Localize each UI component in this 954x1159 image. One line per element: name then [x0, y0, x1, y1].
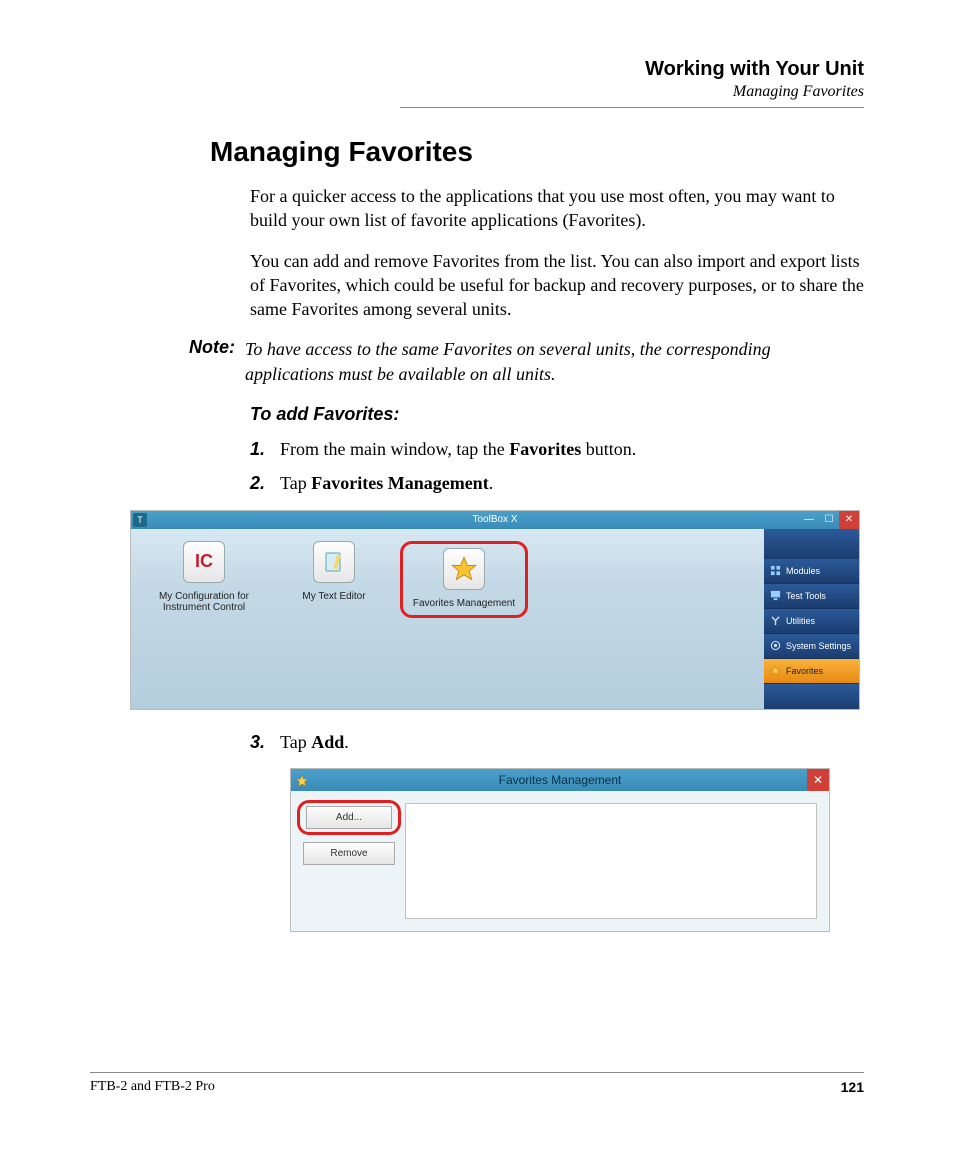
- app-icon: T: [133, 513, 147, 527]
- modules-icon: [770, 565, 781, 576]
- step-text: Tap Add.: [280, 730, 349, 754]
- close-button[interactable]: ✕: [839, 511, 859, 529]
- section-breadcrumb: Managing Favorites: [400, 83, 864, 101]
- toolbox-window: T ToolBox X — ☐ ✕ IC My Configuration fo…: [130, 510, 860, 710]
- section-heading: Managing Favorites: [210, 136, 864, 168]
- sidebar-label: Favorites: [786, 666, 823, 676]
- notepad-icon: [313, 541, 355, 583]
- maximize-button[interactable]: ☐: [819, 511, 839, 529]
- add-button[interactable]: Add...: [306, 806, 392, 829]
- sidebar-item-modules[interactable]: Modules: [764, 559, 859, 584]
- wrench-icon: [770, 615, 781, 626]
- gear-icon: [770, 640, 781, 651]
- body-paragraph: For a quicker access to the applications…: [250, 184, 864, 233]
- note-text: To have access to the same Favorites on …: [245, 337, 864, 386]
- sidebar-nav: Modules Test Tools Utilities System Sett…: [764, 529, 859, 709]
- favorites-list-panel: [405, 803, 817, 919]
- favorite-label: My Text Editor: [269, 591, 399, 602]
- page-header: Working with Your Unit Managing Favorite…: [400, 58, 864, 101]
- favorite-item-favorites-management[interactable]: Favorites Management: [399, 541, 529, 618]
- step-item: 3. Tap Add.: [250, 730, 864, 754]
- close-button[interactable]: ✕: [807, 769, 829, 791]
- sidebar-label: Test Tools: [786, 591, 826, 601]
- step-item: 1. From the main window, tap the Favorit…: [250, 437, 864, 461]
- window-title: ToolBox X: [472, 514, 517, 525]
- sidebar-label: System Settings: [786, 641, 851, 651]
- product-name: FTB-2 and FTB-2 Pro: [90, 1079, 215, 1095]
- favorite-label: Favorites Management: [413, 598, 515, 609]
- minimize-button[interactable]: —: [799, 511, 819, 529]
- remove-button[interactable]: Remove: [303, 842, 395, 865]
- note-block: Note: To have access to the same Favorit…: [175, 337, 864, 386]
- step-text: Tap Favorites Management.: [280, 471, 493, 495]
- page-footer: FTB-2 and FTB-2 Pro 121: [90, 1072, 864, 1095]
- dialog-title: Favorites Management: [499, 773, 622, 787]
- favorites-management-window: Favorites Management ✕ Add... Remove: [290, 768, 830, 932]
- test-tools-icon: [770, 590, 781, 601]
- favorite-item[interactable]: IC My Configuration for Instrument Contr…: [139, 541, 269, 613]
- step-number: 2.: [250, 471, 280, 495]
- step-number: 1.: [250, 437, 280, 461]
- procedure-heading: To add Favorites:: [250, 404, 864, 425]
- dialog-titlebar: Favorites Management ✕: [291, 769, 829, 791]
- sidebar-label: Modules: [786, 566, 820, 576]
- highlight-callout: Favorites Management: [400, 541, 528, 618]
- sidebar-item-system-settings[interactable]: System Settings: [764, 634, 859, 659]
- highlight-callout: Add...: [297, 800, 401, 835]
- header-divider: [400, 107, 864, 108]
- step-item: 2. Tap Favorites Management.: [250, 471, 864, 495]
- note-label: Note:: [175, 337, 245, 386]
- favorite-label: My Configuration for Instrument Control: [139, 591, 269, 613]
- sidebar-item-favorites[interactable]: Favorites: [764, 659, 859, 684]
- window-titlebar: T ToolBox X — ☐ ✕: [131, 511, 859, 529]
- star-icon: [295, 773, 309, 795]
- step-text: From the main window, tap the Favorites …: [280, 437, 636, 461]
- star-icon: [770, 665, 781, 676]
- ic-icon: IC: [183, 541, 225, 583]
- favorite-item[interactable]: My Text Editor: [269, 541, 399, 602]
- step-number: 3.: [250, 730, 280, 754]
- sidebar-item-utilities[interactable]: Utilities: [764, 609, 859, 634]
- favorites-toolbar: IC My Configuration for Instrument Contr…: [131, 529, 764, 709]
- chapter-title: Working with Your Unit: [400, 58, 864, 81]
- page-number: 121: [841, 1079, 864, 1095]
- body-paragraph: You can add and remove Favorites from th…: [250, 249, 864, 322]
- sidebar-label: Utilities: [786, 616, 815, 626]
- sidebar-item-test-tools[interactable]: Test Tools: [764, 584, 859, 609]
- star-icon: [443, 548, 485, 590]
